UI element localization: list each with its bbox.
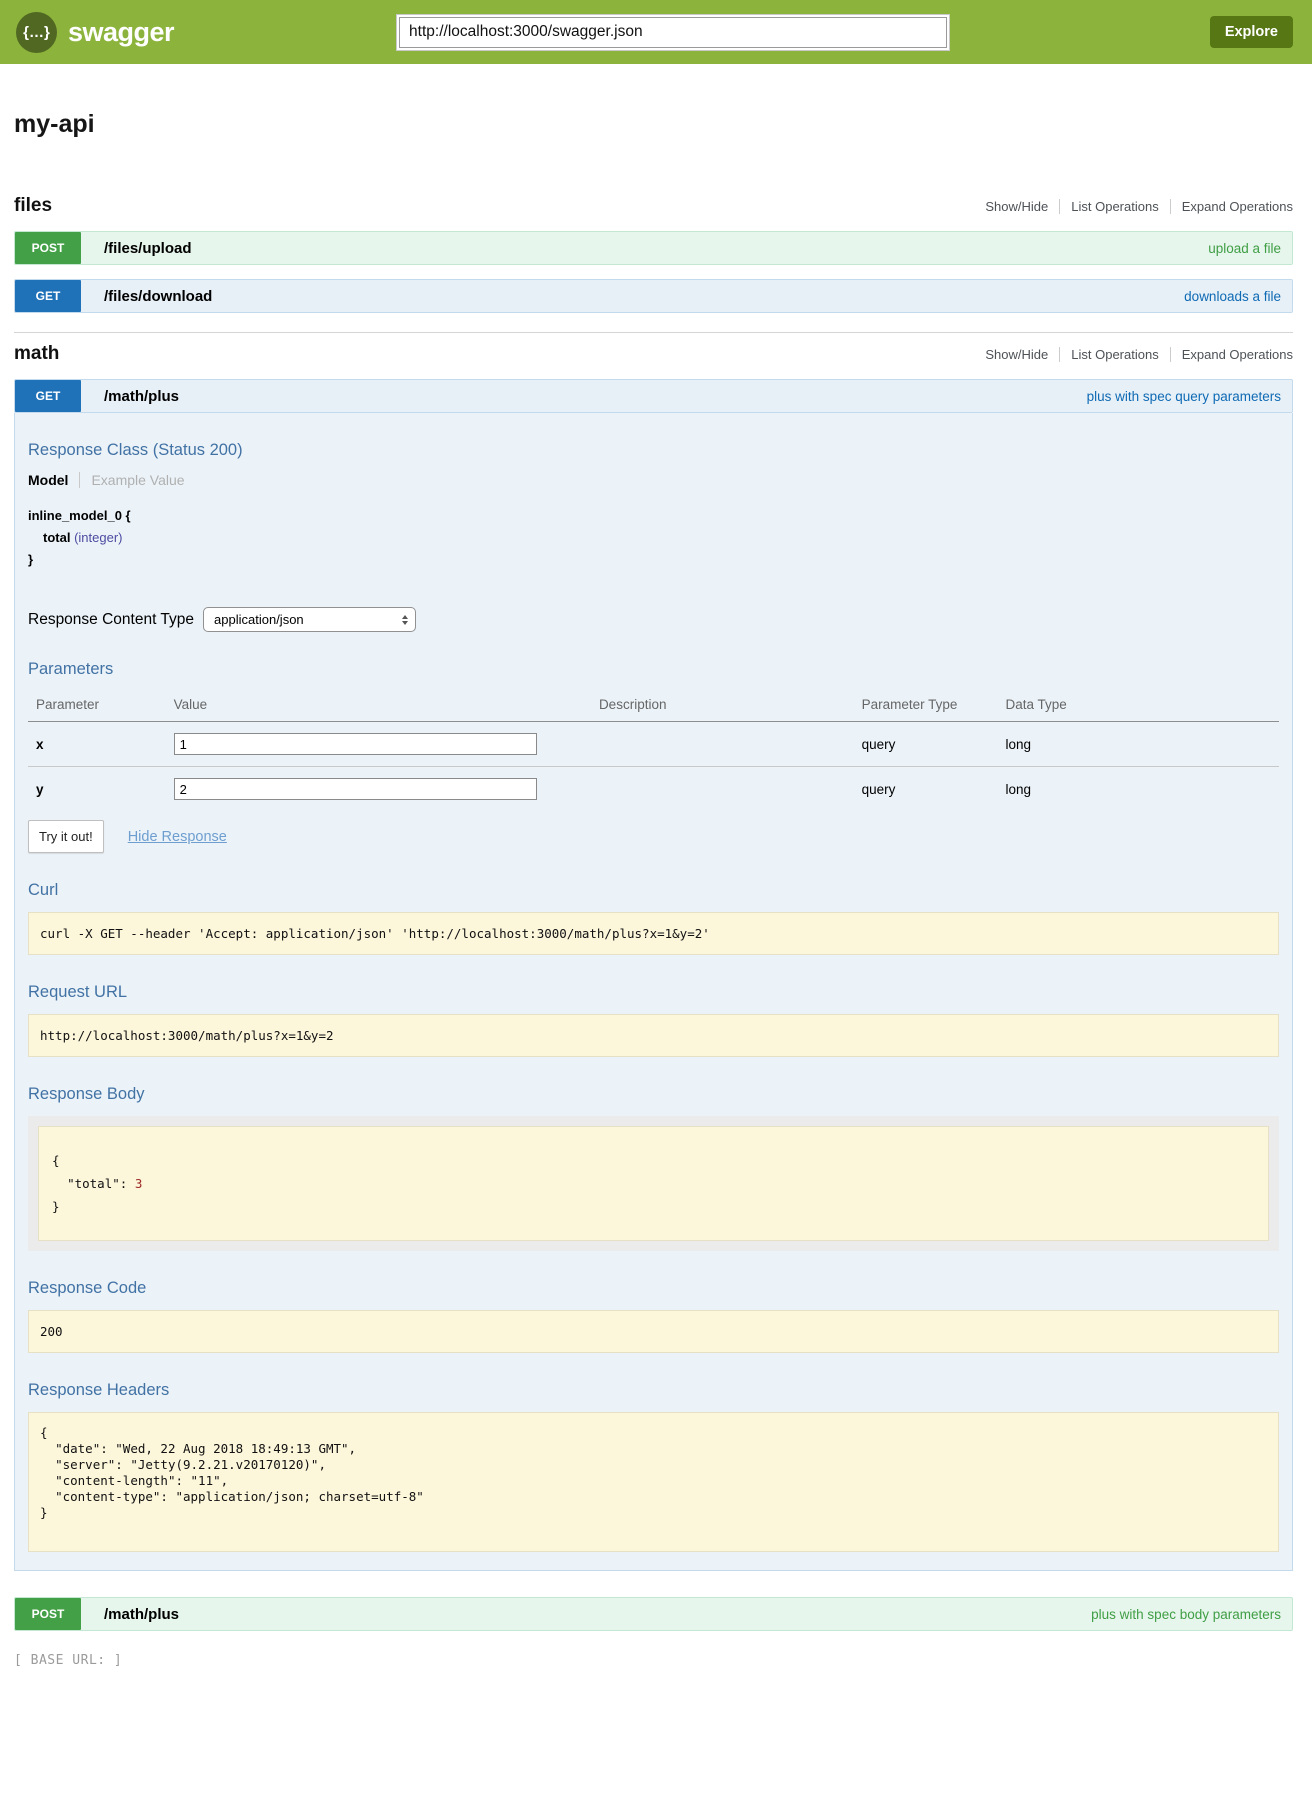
- model-name: inline_model_0 {: [28, 508, 131, 523]
- operation-row-post-files-upload[interactable]: POST /files/upload upload a file: [14, 231, 1293, 265]
- json-open-brace: {: [52, 1149, 1255, 1172]
- brand-title: swagger: [68, 17, 174, 48]
- parameters-header-row: Parameter Value Description Parameter Ty…: [28, 691, 1279, 722]
- math-expand-operations-link[interactable]: Expand Operations: [1170, 347, 1293, 362]
- response-body-heading: Response Body: [28, 1085, 1279, 1104]
- files-list-operations-link[interactable]: List Operations: [1059, 199, 1158, 214]
- get-method-badge: GET: [15, 380, 81, 412]
- explore-button[interactable]: Explore: [1210, 16, 1293, 48]
- math-section-header: math Show/Hide List Operations Expand Op…: [14, 343, 1293, 365]
- operation-block-get-math-plus: GET /math/plus plus with spec query para…: [14, 379, 1293, 1571]
- parameter-description: [591, 767, 854, 812]
- files-section-controls: Show/Hide List Operations Expand Operati…: [985, 199, 1293, 214]
- parameter-x-input[interactable]: [174, 733, 537, 755]
- request-url-value: http://localhost:3000/math/plus?x=1&y=2: [28, 1014, 1279, 1057]
- operation-path-link[interactable]: /math/plus: [104, 388, 179, 405]
- json-key: "total":: [67, 1176, 127, 1191]
- operation-path-link[interactable]: /files/download: [104, 288, 212, 305]
- model-property-type: (integer): [74, 530, 122, 545]
- json-close-brace: }: [52, 1195, 1255, 1218]
- model-tabs: Model Example Value: [28, 472, 1279, 488]
- swagger-url-input[interactable]: [399, 17, 947, 48]
- parameter-name: x: [28, 722, 166, 767]
- top-header: {…} swagger Explore: [0, 0, 1312, 64]
- section-divider: [14, 332, 1293, 333]
- tab-example-value[interactable]: Example Value: [80, 472, 184, 488]
- curl-command: curl -X GET --header 'Accept: applicatio…: [28, 912, 1279, 955]
- parameter-row-y: y query long: [28, 767, 1279, 812]
- col-description: Description: [591, 691, 854, 722]
- parameter-y-input[interactable]: [174, 778, 537, 800]
- swagger-logo-icon: {…}: [16, 12, 57, 53]
- curl-heading: Curl: [28, 881, 1279, 900]
- response-body-json: { "total": 3}: [38, 1126, 1269, 1241]
- response-content-type-row: Response Content Type application/json: [28, 607, 1279, 632]
- model-signature: inline_model_0 { total (integer) }: [28, 508, 1279, 567]
- post-method-badge: POST: [15, 1598, 81, 1630]
- col-data-type: Data Type: [998, 691, 1280, 722]
- base-url-footer: [ BASE URL: ]: [14, 1653, 1293, 1668]
- parameter-data-type: long: [998, 722, 1280, 767]
- files-show-hide-link[interactable]: Show/Hide: [985, 199, 1048, 214]
- operation-summary-link[interactable]: plus with spec query parameters: [1087, 389, 1281, 404]
- select-arrows-icon: [402, 615, 408, 625]
- operation-row-get-math-plus[interactable]: GET /math/plus plus with spec query para…: [14, 379, 1293, 413]
- try-row: Try it out! Hide Response: [28, 820, 1279, 853]
- parameter-description: [591, 722, 854, 767]
- files-section-title: files: [14, 195, 52, 217]
- json-number-value: 3: [135, 1176, 143, 1191]
- math-section-title: math: [14, 343, 59, 365]
- math-section-controls: Show/Hide List Operations Expand Operati…: [985, 347, 1293, 362]
- operation-row-get-files-download[interactable]: GET /files/download downloads a file: [14, 279, 1293, 313]
- parameters-table: Parameter Value Description Parameter Ty…: [28, 691, 1279, 811]
- response-body-panel: { "total": 3}: [28, 1116, 1279, 1251]
- math-list-operations-link[interactable]: List Operations: [1059, 347, 1158, 362]
- files-expand-operations-link[interactable]: Expand Operations: [1170, 199, 1293, 214]
- model-property-name: total: [43, 530, 70, 545]
- tab-model[interactable]: Model: [28, 472, 80, 488]
- col-parameter: Parameter: [28, 691, 166, 722]
- response-headers-json: { "date": "Wed, 22 Aug 2018 18:49:13 GMT…: [28, 1412, 1279, 1552]
- col-value: Value: [166, 691, 591, 722]
- operation-expanded-content: Response Class (Status 200) Model Exampl…: [14, 413, 1293, 1571]
- parameters-heading: Parameters: [28, 660, 1279, 679]
- response-code-value: 200: [28, 1310, 1279, 1353]
- parameter-row-x: x query long: [28, 722, 1279, 767]
- model-close-brace: }: [28, 552, 33, 567]
- response-class-heading: Response Class (Status 200): [28, 441, 1279, 460]
- post-method-badge: POST: [15, 232, 81, 264]
- parameter-data-type: long: [998, 767, 1280, 812]
- operation-summary-link[interactable]: plus with spec body parameters: [1091, 1607, 1281, 1622]
- get-method-badge: GET: [15, 280, 81, 312]
- files-section-header: files Show/Hide List Operations Expand O…: [14, 195, 1293, 217]
- api-title: my-api: [14, 110, 1293, 139]
- parameter-type: query: [854, 722, 998, 767]
- operation-row-post-math-plus[interactable]: POST /math/plus plus with spec body para…: [14, 1597, 1293, 1631]
- response-headers-heading: Response Headers: [28, 1381, 1279, 1400]
- response-content-type-select[interactable]: application/json: [203, 607, 416, 632]
- selected-content-type: application/json: [214, 612, 304, 627]
- page-body: my-api files Show/Hide List Operations E…: [0, 110, 1312, 1668]
- parameter-name: y: [28, 767, 166, 812]
- operation-path-link[interactable]: /files/upload: [104, 240, 192, 257]
- request-url-heading: Request URL: [28, 983, 1279, 1002]
- operation-summary-link[interactable]: downloads a file: [1184, 289, 1281, 304]
- response-code-heading: Response Code: [28, 1279, 1279, 1298]
- operation-path-link[interactable]: /math/plus: [104, 1606, 179, 1623]
- response-content-type-label: Response Content Type: [28, 611, 194, 629]
- try-it-out-button[interactable]: Try it out!: [28, 820, 104, 853]
- operation-summary-link[interactable]: upload a file: [1208, 241, 1281, 256]
- hide-response-link[interactable]: Hide Response: [128, 829, 227, 845]
- parameter-type: query: [854, 767, 998, 812]
- col-parameter-type: Parameter Type: [854, 691, 998, 722]
- math-show-hide-link[interactable]: Show/Hide: [985, 347, 1048, 362]
